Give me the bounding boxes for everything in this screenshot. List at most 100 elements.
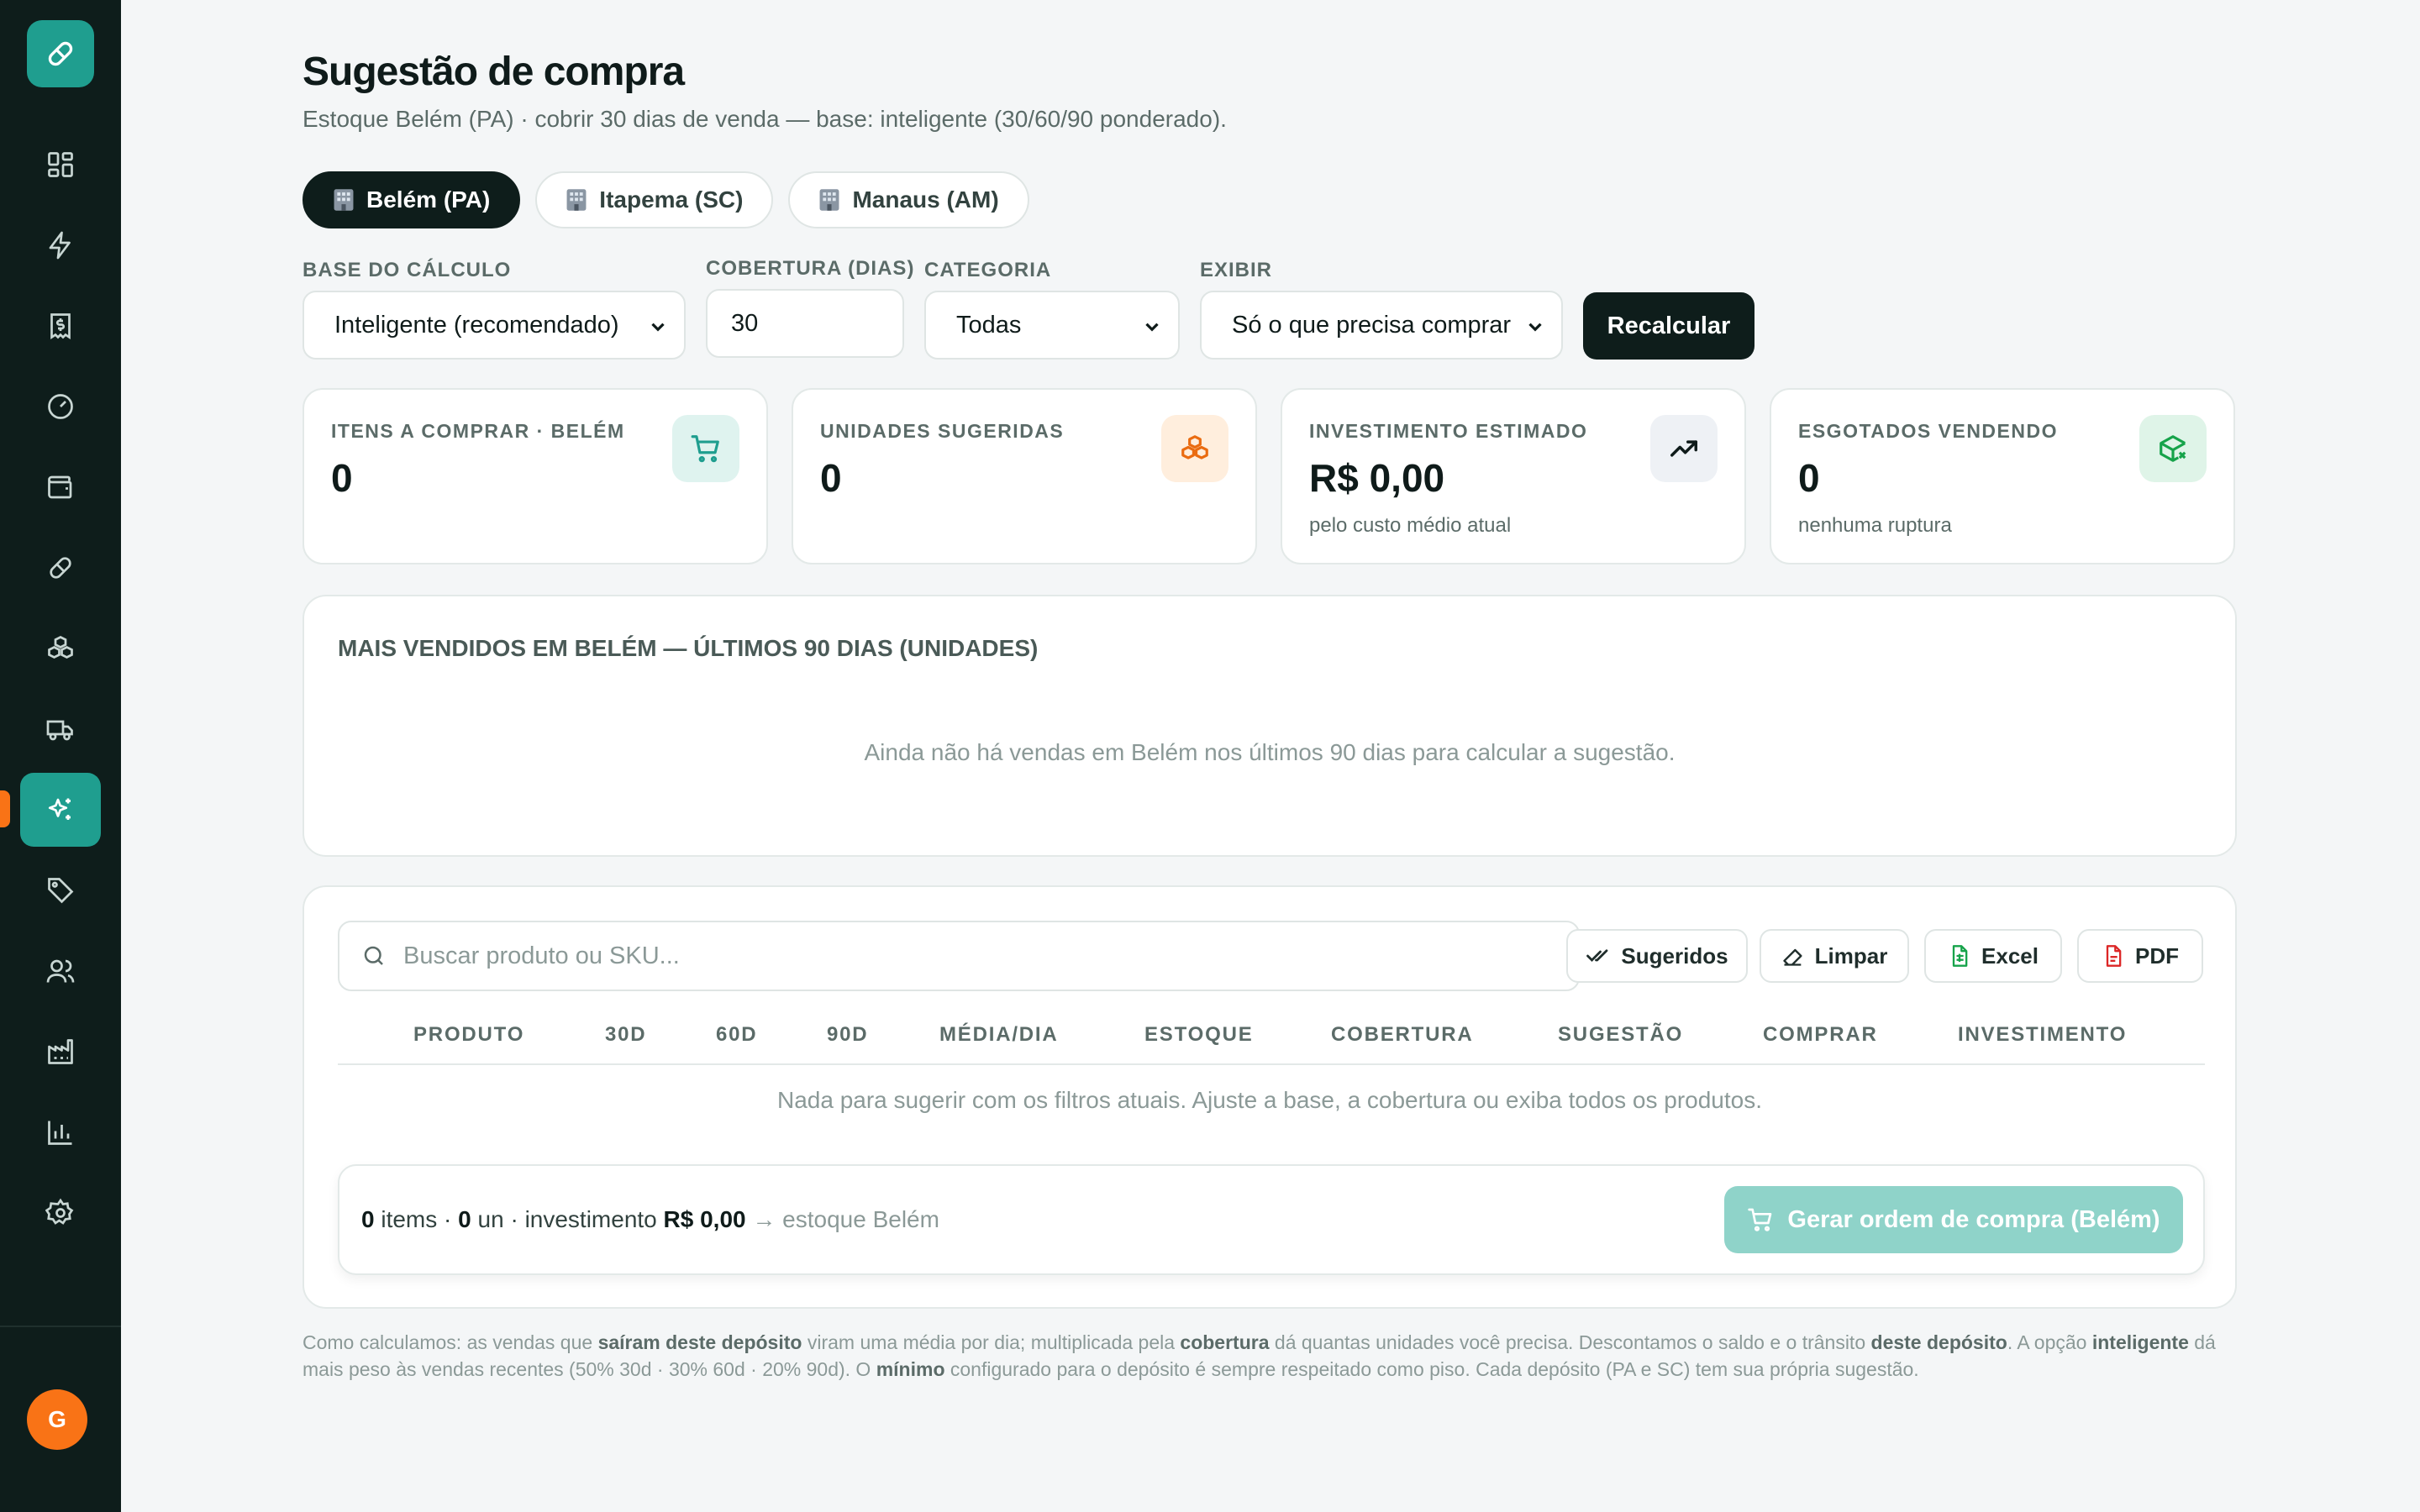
suggested-button[interactable]: Sugeridos — [1566, 929, 1748, 983]
sidebar-item-activity[interactable] — [20, 208, 101, 282]
sidebar-item-reports[interactable] — [20, 1095, 101, 1169]
chevron-down-icon — [1145, 323, 1159, 332]
category-select[interactable]: Todas — [924, 291, 1180, 360]
file-text-icon — [2106, 945, 2122, 967]
building-icon — [566, 189, 587, 211]
sidebar-item-stock[interactable] — [20, 612, 101, 685]
recalculate-button[interactable]: Recalcular — [1583, 292, 1754, 360]
calculation-footnote: Como calculamos: as vendas que saíram de… — [302, 1329, 2237, 1383]
tab-belem[interactable]: Belém (PA) — [302, 171, 521, 228]
generate-label: Gerar ordem de compra (Belém) — [1787, 1205, 2160, 1233]
sidebar-divider — [0, 1326, 121, 1327]
sidebar-item-products[interactable] — [20, 531, 101, 605]
avatar[interactable]: G — [27, 1389, 87, 1450]
sidebar-item-settings[interactable] — [20, 1176, 101, 1250]
kpi-items-to-buy: ITENS A COMPRAR · BELÉM 0 — [302, 388, 768, 564]
summary-investment-value: R$ 0,00 — [663, 1206, 746, 1232]
footnote-text: dá quantas unidades você precisa. Descon… — [1269, 1331, 1871, 1353]
kpi-label: INVESTIMENTO ESTIMADO — [1309, 420, 1588, 442]
category-label: CATEGORIA — [924, 259, 1052, 281]
kpi-suggested-units: UNIDADES SUGERIDAS 0 — [792, 388, 1257, 564]
excel-export-button[interactable]: Excel — [1924, 929, 2062, 983]
col-sugestao[interactable]: SUGESTÃO — [1558, 1023, 1683, 1047]
warehouse-tabs: Belém (PA) Itapema (SC) Manaus (AM) — [302, 171, 1029, 228]
factory-icon — [48, 1039, 73, 1064]
gauge-icon — [48, 394, 73, 419]
col-30d[interactable]: 30D — [605, 1023, 646, 1047]
col-media-dia[interactable]: MÉDIA/DIA — [939, 1023, 1059, 1047]
summary-target: → estoque Belém — [752, 1206, 939, 1232]
col-90d[interactable]: 90D — [827, 1023, 868, 1047]
sidebar-item-finance[interactable] — [20, 289, 101, 363]
sidebar-item-suggestion[interactable] — [20, 773, 101, 847]
coverage-input[interactable]: 30 — [706, 289, 904, 358]
clear-button[interactable]: Limpar — [1760, 929, 1909, 983]
sidebar-item-wallet[interactable] — [20, 450, 101, 524]
footnote-emphasis: mínimo — [876, 1358, 945, 1380]
tab-label: Manaus (AM) — [852, 186, 999, 213]
truck-icon — [46, 720, 73, 741]
coverage-label: COBERTURA (DIAS) — [706, 257, 915, 280]
col-produto[interactable]: PRODUTO — [413, 1023, 524, 1047]
sidebar-item-tags[interactable] — [20, 853, 101, 927]
search-field[interactable]: Buscar produto ou SKU... — [338, 921, 1580, 991]
col-cobertura[interactable]: COBERTURA — [1331, 1023, 1474, 1047]
footnote-emphasis: deste depósito — [1870, 1331, 2007, 1353]
pdf-export-button[interactable]: PDF — [2077, 929, 2203, 983]
kpi-note: pelo custo médio atual — [1309, 514, 1512, 537]
col-estoque[interactable]: ESTOQUE — [1144, 1023, 1254, 1047]
col-comprar[interactable]: COMPRAR — [1763, 1023, 1878, 1047]
users-icon — [46, 959, 75, 983]
trending-up-icon — [1650, 415, 1718, 482]
summary-units-count: 0 — [458, 1206, 471, 1232]
category-select-value: Todas — [956, 311, 1022, 339]
page-title: Sugestão de compra — [302, 50, 685, 94]
kpi-value: 0 — [1798, 456, 1820, 500]
search-placeholder: Buscar produto ou SKU... — [403, 942, 680, 969]
building-icon — [334, 189, 354, 211]
suggestion-table-panel: Buscar produto ou SKU... Sugeridos Limpa… — [302, 885, 2237, 1309]
suggested-label: Sugeridos — [1621, 942, 1728, 969]
footnote-emphasis: cobertura — [1180, 1331, 1270, 1353]
package-x-icon — [2139, 415, 2207, 482]
show-select-value: Só o que precisa comprar — [1232, 311, 1512, 339]
kpi-value: 0 — [331, 456, 353, 500]
summary-units-word: un — [477, 1206, 504, 1232]
base-select[interactable]: Inteligente (recomendado) — [302, 291, 686, 360]
page-subtitle: Estoque Belém (PA) · cobrir 30 dias de v… — [302, 106, 1227, 132]
sidebar-item-users[interactable] — [20, 934, 101, 1008]
tag-icon — [48, 878, 74, 904]
show-select[interactable]: Só o que precisa comprar — [1200, 291, 1563, 360]
base-label: BASE DO CÁLCULO — [302, 259, 512, 281]
sidebar-item-factory[interactable] — [20, 1015, 101, 1089]
table-empty-message: Nada para sugerir com os filtros atuais.… — [777, 1087, 1762, 1113]
footnote-text: viram uma média por dia; multiplicada pe… — [802, 1331, 1181, 1353]
pill-icon — [50, 557, 71, 579]
sidebar-item-dashboard[interactable] — [20, 128, 101, 202]
sidebar-item-performance[interactable] — [20, 370, 101, 444]
search-icon — [364, 946, 383, 965]
order-summary-bar: 0 items · 0 un · investimento R$ 0,00 → … — [338, 1164, 2205, 1275]
top-sellers-panel: MAIS VENDIDOS EM BELÉM — ÚLTIMOS 90 DIAS… — [302, 595, 2237, 857]
footnote-text: . A opção — [2007, 1331, 2092, 1353]
col-60d[interactable]: 60D — [716, 1023, 757, 1047]
generate-purchase-order-button[interactable]: Gerar ordem de compra (Belém) — [1724, 1186, 2183, 1253]
tab-itapema[interactable]: Itapema (SC) — [535, 171, 774, 228]
building-icon — [819, 189, 839, 211]
chevron-down-icon — [1528, 323, 1542, 332]
excel-label: Excel — [1981, 942, 2039, 969]
receipt-icon — [50, 313, 71, 340]
footnote-emphasis: saíram deste depósito — [597, 1331, 802, 1353]
clear-label: Limpar — [1814, 942, 1888, 969]
sidebar-item-shipping[interactable] — [20, 692, 101, 766]
kpi-note: nenhuma ruptura — [1798, 514, 1952, 537]
kpi-estimated-investment: INVESTIMENTO ESTIMADO R$ 0,00 pelo custo… — [1281, 388, 1746, 564]
tab-manaus[interactable]: Manaus (AM) — [788, 171, 1029, 228]
wallet-icon — [48, 475, 72, 499]
tab-label: Belém (PA) — [366, 186, 491, 213]
app-logo[interactable] — [27, 20, 94, 87]
top-sellers-title: MAIS VENDIDOS EM BELÉM — ÚLTIMOS 90 DIAS… — [338, 635, 1039, 661]
coverage-value: 30 — [731, 309, 759, 337]
col-investimento[interactable]: INVESTIMENTO — [1958, 1023, 2127, 1047]
boxes-icon — [48, 635, 73, 659]
